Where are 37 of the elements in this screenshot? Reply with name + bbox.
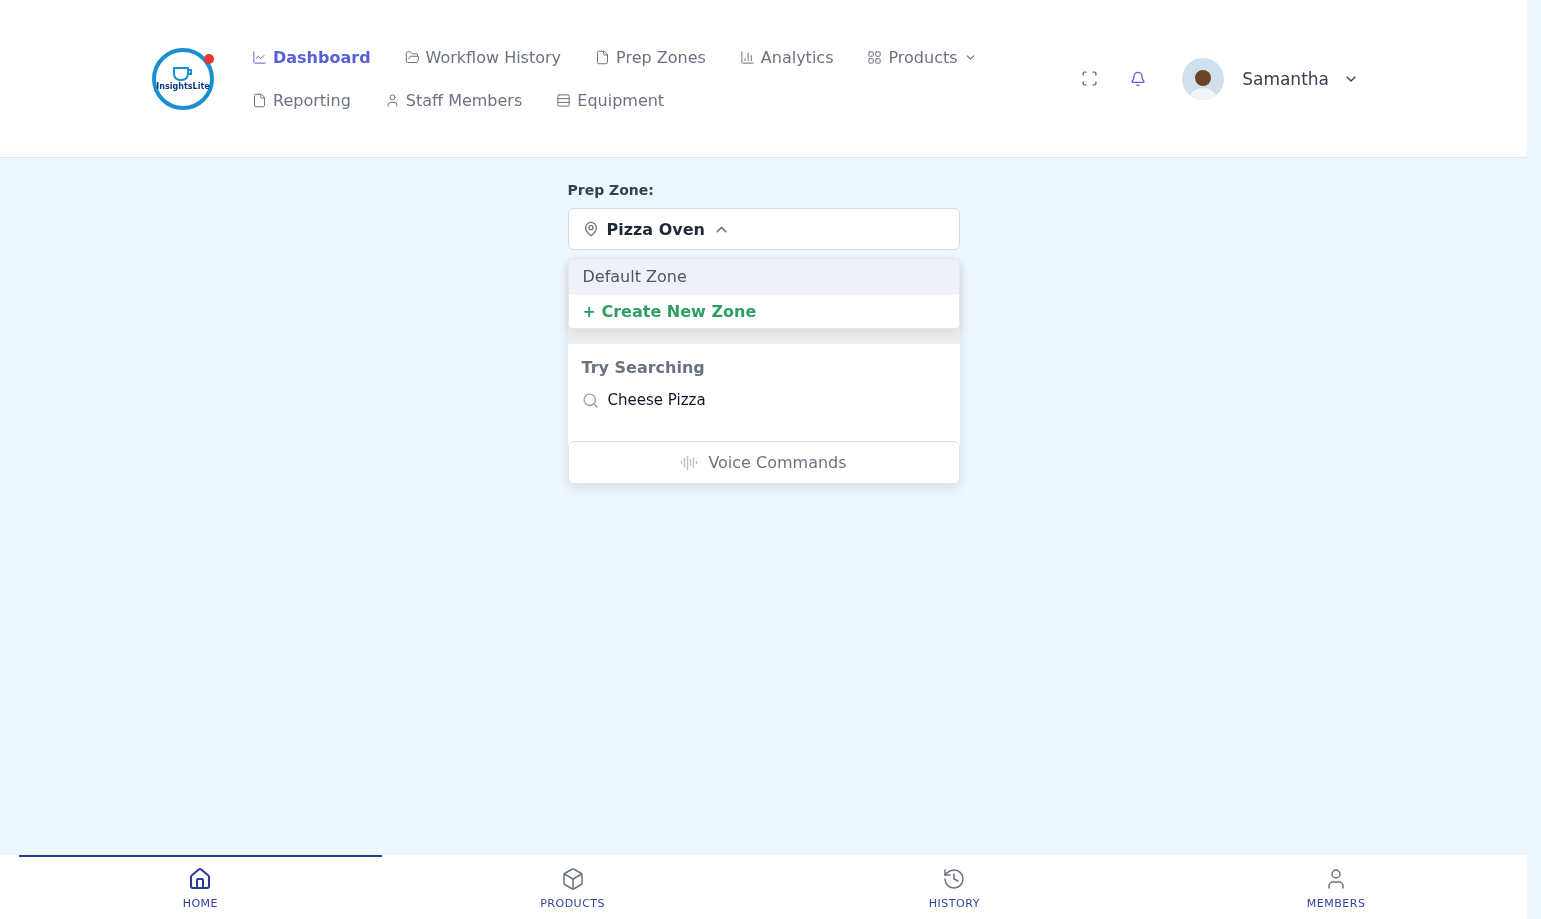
document-icon (252, 92, 267, 108)
history-icon (942, 866, 967, 891)
nav-link[interactable]: Products (867, 47, 977, 67)
bottom-tab[interactable]: MEMBERS (1145, 855, 1527, 919)
home-icon (188, 866, 213, 891)
line-chart-icon (252, 49, 267, 65)
folder-icon (404, 49, 420, 65)
nav-link[interactable]: Workflow History (404, 47, 562, 67)
fullscreen-icon[interactable] (1081, 70, 1099, 87)
grid-icon (867, 49, 883, 65)
person-icon (384, 92, 400, 108)
user-menu[interactable]: Samantha (1242, 68, 1359, 89)
nav-link[interactable]: Equipment (556, 90, 665, 110)
list-icon (556, 92, 572, 108)
avatar[interactable] (1182, 57, 1225, 100)
document-icon (595, 49, 611, 65)
box-icon (560, 866, 585, 891)
notification-bell-icon[interactable] (1130, 70, 1147, 87)
nav-link[interactable]: Staff Members (384, 90, 523, 110)
map-pin-icon (582, 221, 599, 237)
dropdown-option[interactable]: + Create New Zone (568, 294, 959, 328)
section-title: Try Searching (580, 357, 706, 379)
zone-select[interactable]: Pizza Oven (567, 208, 960, 250)
audio-wave-icon (680, 453, 699, 472)
nav-link[interactable]: Reporting (252, 90, 351, 110)
dropdown-option[interactable]: Default Zone (568, 259, 959, 294)
search-icon (581, 391, 599, 409)
bottom-tab[interactable]: PRODUCTS (381, 855, 764, 919)
bar-chart-icon (739, 49, 755, 65)
bottom-tab[interactable]: HOME (19, 855, 382, 919)
nav-link[interactable]: Analytics (739, 47, 834, 67)
nav-link[interactable]: Dashboard (252, 47, 371, 67)
nav-link[interactable]: Prep Zones (595, 47, 706, 67)
field-label: Prep Zone: (567, 182, 655, 198)
suggestion-link[interactable]: Cheese Pizza (567, 387, 960, 441)
voice-commands-button[interactable]: Voice Commands (567, 441, 960, 484)
bottom-tab[interactable]: HISTORY (763, 855, 1146, 919)
